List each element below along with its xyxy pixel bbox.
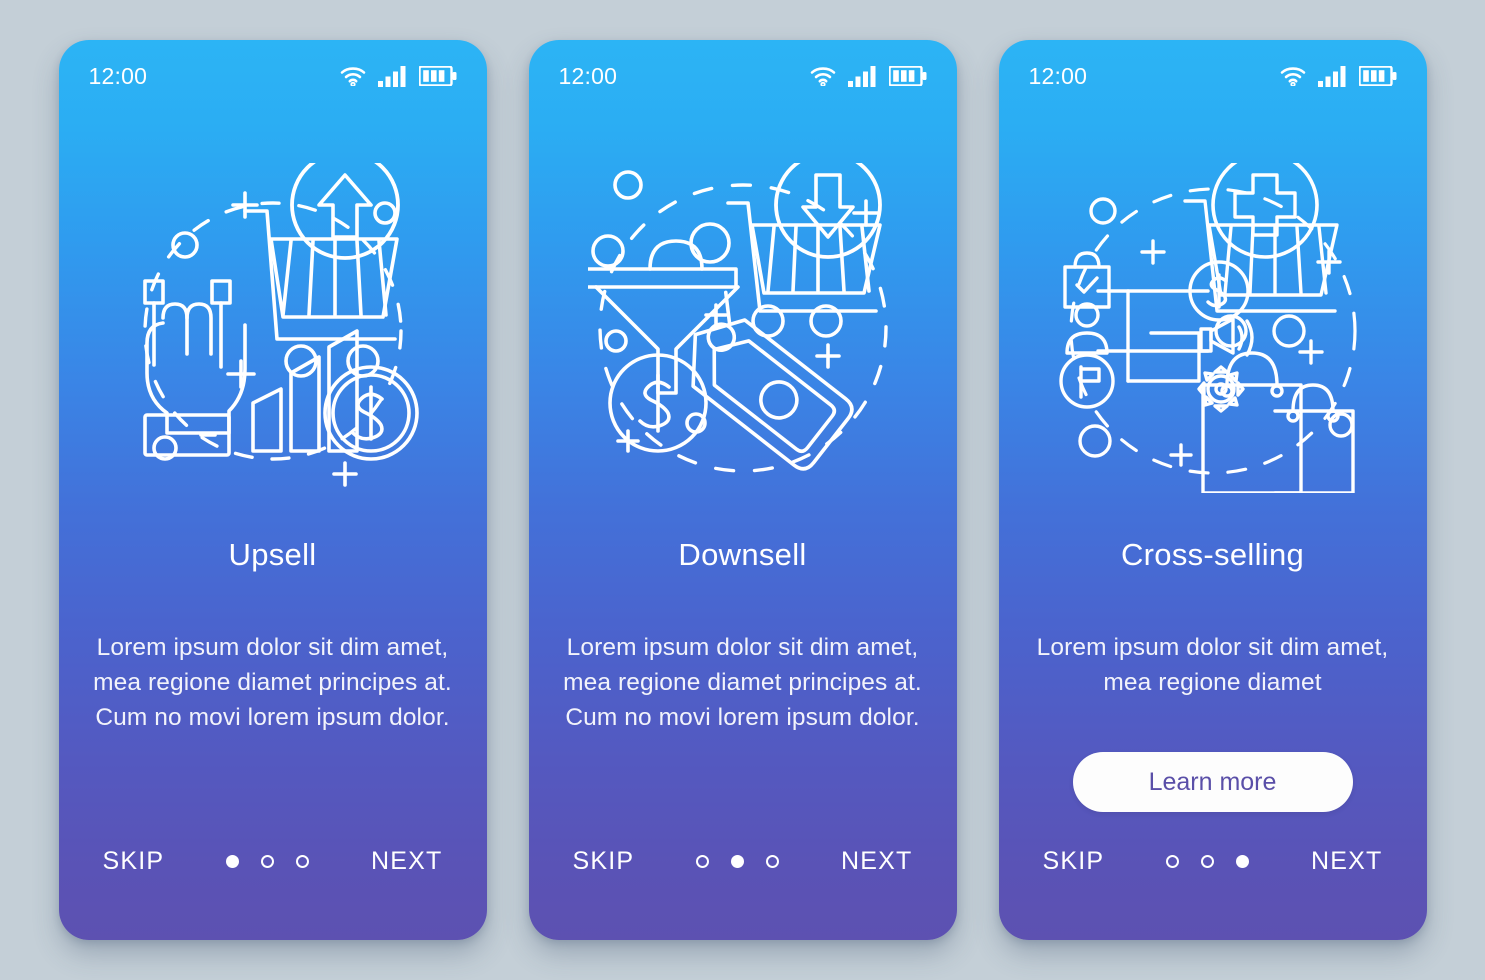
body-text: Lorem ipsum dolor sit dim amet, mea regi…	[563, 634, 922, 731]
battery-icon	[1358, 66, 1397, 86]
status-time: 12:00	[88, 62, 148, 89]
phone-screen-upsell: 12:00 Upsell Lorem ipsum dolor sit dim a…	[58, 40, 487, 940]
phone-screen-cross-selling: 12:00 Cross-selling Lorem ipsum dolor si…	[998, 40, 1427, 940]
onboarding-footer: SKIP NEXT	[999, 847, 1427, 876]
status-time: 12:00	[558, 62, 618, 89]
status-bar: 12:00	[59, 40, 487, 112]
page-title: Upsell	[228, 537, 317, 572]
pagination-dot-1[interactable]	[696, 855, 710, 868]
wifi-icon	[340, 66, 366, 86]
status-time: 12:00	[1028, 62, 1088, 89]
signal-icon	[377, 65, 407, 87]
status-icon-group	[810, 65, 927, 87]
page-title: Downsell	[678, 537, 807, 572]
pagination-dot-2[interactable]	[261, 855, 275, 868]
next-button[interactable]: NEXT	[841, 847, 912, 876]
page-title: Cross-selling	[1120, 537, 1305, 572]
pagination-dot-2[interactable]	[1201, 855, 1215, 868]
status-bar: 12:00	[999, 40, 1427, 112]
status-icon-group	[1280, 65, 1397, 87]
skip-button[interactable]: SKIP	[103, 847, 165, 876]
pagination-dot-3[interactable]	[1236, 855, 1250, 868]
status-bar: 12:00	[529, 40, 957, 112]
battery-icon	[418, 66, 457, 86]
cross-selling-illustration	[999, 148, 1427, 508]
upsell-illustration	[59, 148, 487, 508]
wifi-icon	[810, 66, 836, 86]
onboarding-footer: SKIP NEXT	[59, 847, 487, 876]
pagination-dot-2[interactable]	[731, 855, 745, 868]
battery-icon	[888, 66, 927, 86]
next-button[interactable]: NEXT	[371, 847, 442, 876]
body-text: Lorem ipsum dolor sit dim amet, mea regi…	[93, 634, 452, 731]
body-text: Lorem ipsum dolor sit dim amet, mea regi…	[1036, 634, 1389, 696]
wifi-icon	[1280, 66, 1306, 86]
skip-button[interactable]: SKIP	[573, 847, 635, 876]
status-icon-group	[340, 65, 457, 87]
pagination-dot-3[interactable]	[296, 855, 310, 868]
learn-more-button[interactable]: Learn more	[1072, 752, 1353, 812]
pagination-dots	[226, 855, 310, 868]
signal-icon	[1317, 65, 1347, 87]
pagination-dot-3[interactable]	[766, 855, 780, 868]
onboarding-footer: SKIP NEXT	[529, 847, 957, 876]
next-button[interactable]: NEXT	[1311, 847, 1382, 876]
pagination-dot-1[interactable]	[1166, 855, 1180, 868]
pagination-dots	[696, 855, 780, 868]
skip-button[interactable]: SKIP	[1043, 847, 1105, 876]
phone-screen-downsell: 12:00 Downsell Lorem ipsum dolor sit dim…	[528, 40, 957, 940]
downsell-illustration	[529, 148, 957, 508]
pagination-dots	[1166, 855, 1250, 868]
onboarding-screens-stage: 12:00 Upsell Lorem ipsum dolor sit dim a…	[0, 0, 1485, 980]
signal-icon	[847, 65, 877, 87]
pagination-dot-1[interactable]	[226, 855, 240, 868]
